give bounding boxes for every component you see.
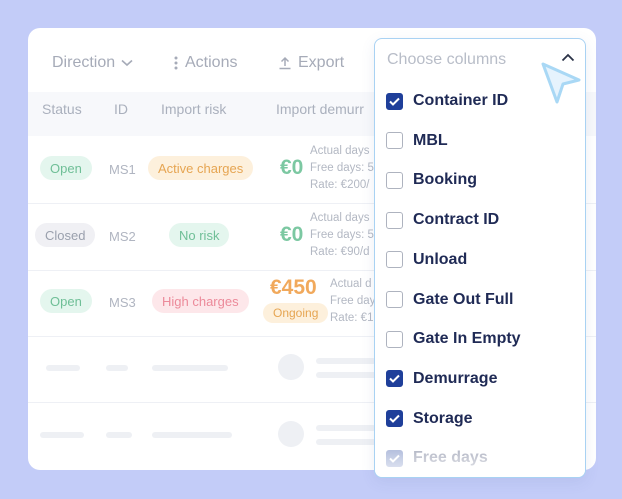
kebab-menu-icon <box>174 56 178 70</box>
column-option[interactable]: Unload <box>386 248 467 272</box>
demurrage-amount: €450 <box>270 276 317 299</box>
skeleton-bar <box>316 358 376 364</box>
row-id[interactable]: MS2 <box>109 229 136 244</box>
risk-badge: No risk <box>169 223 230 247</box>
column-option-label: Booking <box>413 171 477 189</box>
header-import-demurrage[interactable]: Import demurr <box>276 101 364 117</box>
ongoing-badge: Ongoing <box>263 303 329 323</box>
risk-badge: Active charges <box>148 156 254 180</box>
actions-button[interactable]: Actions <box>173 54 237 72</box>
free-days: Free day <box>330 295 376 307</box>
free-days: Free days: 5 <box>310 229 374 241</box>
export-label: Export <box>298 54 345 71</box>
actions-label: Actions <box>185 54 238 71</box>
checkbox-unchecked[interactable] <box>386 132 403 150</box>
demurrage-amount: €0 <box>280 156 304 179</box>
mouse-pointer-icon <box>541 62 581 104</box>
skeleton-bar <box>106 432 132 438</box>
column-option-label: Demurrage <box>413 369 498 387</box>
skeleton-bar <box>46 365 80 371</box>
checkbox-unchecked[interactable] <box>386 291 403 308</box>
rate: Rate: €90/d <box>310 246 370 258</box>
header-import-risk[interactable]: Import risk <box>161 101 226 117</box>
column-option-label: MBL <box>413 131 448 149</box>
checkbox-checked[interactable] <box>386 410 403 428</box>
free-days: Free days: 5 <box>310 162 374 174</box>
column-option[interactable]: MBL <box>386 129 448 153</box>
direction-filter[interactable]: Direction <box>52 54 133 72</box>
column-option[interactable]: Demurrage <box>386 367 497 391</box>
skeleton-bar <box>152 432 232 438</box>
upload-icon <box>279 56 291 70</box>
skeleton-circle <box>278 421 304 447</box>
column-option-label: Unload <box>413 250 468 268</box>
column-option[interactable]: Storage <box>386 407 473 431</box>
rate: Rate: €1 <box>330 312 374 324</box>
demurrage-amount: €0 <box>280 223 304 246</box>
status-badge: Closed <box>35 223 96 247</box>
skeleton-bar <box>316 425 376 431</box>
checkbox-unchecked[interactable] <box>386 171 403 189</box>
row-id[interactable]: MS1 <box>109 162 136 177</box>
actual-days: Actual days <box>310 145 370 157</box>
column-option-label: Gate Out Full <box>413 290 514 308</box>
column-option[interactable]: Gate Out Full <box>386 288 513 312</box>
checkbox-checked[interactable] <box>386 370 403 388</box>
skeleton-circle <box>278 354 304 380</box>
scroll-fade <box>375 437 585 477</box>
skeleton-bar <box>106 365 128 371</box>
risk-badge: High charges <box>152 289 249 313</box>
checkbox-unchecked[interactable] <box>386 330 403 348</box>
column-option[interactable]: Gate In Empty <box>386 327 521 351</box>
column-option[interactable]: Container ID <box>386 89 508 113</box>
checkbox-unchecked[interactable] <box>386 251 403 269</box>
export-button[interactable]: Export <box>278 54 344 72</box>
column-option-label: Contract ID <box>413 211 500 229</box>
chevron-down-icon <box>121 59 133 67</box>
demurrage-details: Actual days Free days: 5 Rate: €90/d <box>310 210 374 261</box>
column-option-label: Container ID <box>413 92 509 109</box>
column-option[interactable]: Booking <box>386 168 477 192</box>
column-option-label: Gate In Empty <box>413 330 521 348</box>
row-id[interactable]: MS3 <box>109 295 136 310</box>
direction-label: Direction <box>52 54 116 71</box>
actual-days: Actual d <box>330 278 372 290</box>
check-icon <box>389 97 400 106</box>
checkbox-checked[interactable] <box>386 92 403 110</box>
status-badge: Open <box>40 156 92 180</box>
dropdown-placeholder: Choose columns <box>387 51 507 68</box>
header-status[interactable]: Status <box>42 101 82 117</box>
status-badge: Open <box>40 289 92 313</box>
demurrage-details: Actual d Free day Rate: €1 <box>330 276 375 327</box>
skeleton-bar <box>152 365 228 371</box>
demurrage-details: Actual days Free days: 5 Rate: €200/ <box>310 143 374 194</box>
skeleton-bar <box>40 432 84 438</box>
check-icon <box>389 375 400 384</box>
check-icon <box>389 414 400 424</box>
header-id[interactable]: ID <box>114 101 128 117</box>
column-option-label: Storage <box>413 409 473 427</box>
column-option[interactable]: Contract ID <box>386 208 499 232</box>
checkbox-unchecked[interactable] <box>386 211 403 229</box>
actual-days: Actual days <box>310 212 370 224</box>
rate: Rate: €200/ <box>310 179 370 191</box>
